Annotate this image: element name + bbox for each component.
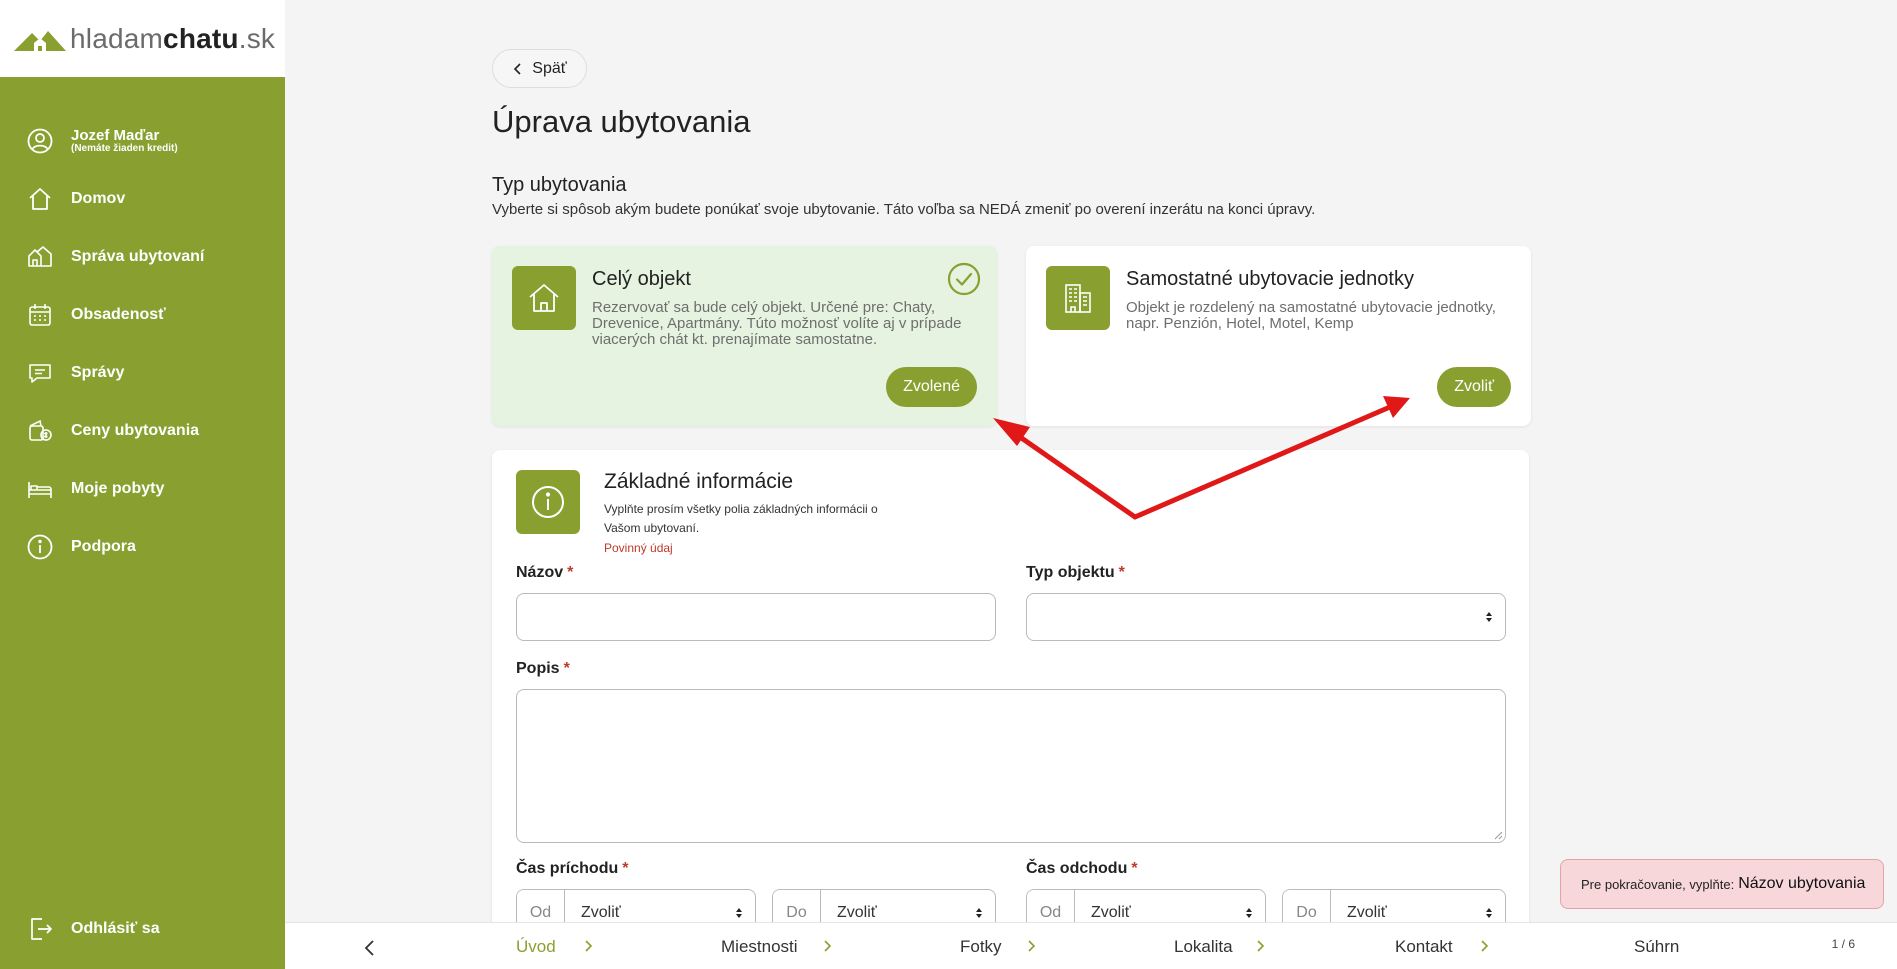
step-fotky[interactable]: Fotky (960, 937, 1002, 957)
type-option-separate-units[interactable]: Samostatné ubytovacie jednotky Objekt je… (1026, 246, 1531, 426)
check-circle-icon (947, 262, 981, 296)
choose-button[interactable]: Zvoliť (1437, 367, 1511, 407)
required-marker: * (567, 564, 574, 581)
sidebar-item-obsadenost[interactable]: Obsadenosť (0, 286, 285, 344)
basic-info-title: Základné informácie (604, 470, 794, 493)
select-arrows-icon (976, 908, 982, 918)
name-label: Názov * (516, 564, 574, 581)
step-uvod[interactable]: Úvod (516, 937, 556, 957)
select-arrows-icon (1486, 908, 1492, 918)
house-icon (529, 284, 559, 312)
step-counter: 1 / 6 (1831, 937, 1855, 951)
section-description-type: Vyberte si spôsob akým budete ponúkať sv… (492, 201, 1316, 218)
step-suhrn[interactable]: Súhrn (1634, 937, 1679, 957)
sidebar-item-label: Ceny ubytovania (71, 422, 200, 439)
bed-icon (28, 482, 52, 498)
chevron-right-icon (1257, 940, 1265, 952)
name-input[interactable] (516, 593, 996, 641)
required-marker: * (563, 660, 570, 677)
back-label: Späť (532, 59, 567, 77)
house-icon-tile (512, 266, 576, 330)
toast-field: Názov ubytovania (1738, 875, 1866, 892)
basic-info-description: Vyplňte prosím všetky polia základných i… (604, 502, 878, 535)
select-arrows-icon (1486, 612, 1492, 622)
mountain-logo-icon (14, 30, 66, 51)
departure-time-label: Čas odchodu * (1026, 860, 1138, 877)
step-kontakt[interactable]: Kontakt (1395, 937, 1453, 957)
step-lokalita[interactable]: Lokalita (1174, 937, 1233, 957)
wizard-stepper: Úvod Miestnosti Fotky Lokalita Kontakt S… (285, 922, 1897, 969)
section-title-type: Typ ubytovania (492, 174, 627, 196)
sidebar-item-label: Moje pobyty (71, 480, 165, 497)
chevron-left-icon[interactable] (355, 933, 385, 963)
select-arrows-icon (1246, 908, 1252, 918)
info-icon (532, 486, 564, 518)
message-icon (29, 364, 51, 383)
building-icon (1065, 284, 1091, 313)
sidebar-item-label: Podpora (71, 538, 136, 555)
sidebar-item-podpora[interactable]: Podpora (0, 518, 285, 576)
houses-icon (28, 246, 52, 267)
sidebar-item-label: Obsadenosť (71, 306, 166, 323)
resize-handle-icon[interactable] (1493, 830, 1503, 840)
building-icon-tile (1046, 266, 1110, 330)
toast-prefix: Pre pokračovanie, vyplňte: (1581, 876, 1735, 892)
required-marker: * (622, 860, 629, 877)
user-icon (27, 128, 53, 154)
user-credit: (Nemáte žiaden kredit) (71, 143, 178, 154)
sidebar: hladamchatu.sk Jozef Maďar (Nemáte žiade… (0, 0, 285, 969)
object-type-select[interactable] (1026, 593, 1506, 641)
arrival-time-label: Čas príchodu * (516, 860, 629, 877)
step-miestnosti[interactable]: Miestnosti (721, 937, 798, 957)
chevron-right-icon (585, 940, 593, 952)
sidebar-item-domov[interactable]: Domov (0, 170, 285, 228)
logout-icon (31, 918, 52, 940)
chevron-left-icon (514, 62, 521, 75)
sidebar-item-label: Správa ubytovaní (71, 248, 205, 265)
arrival-to-value: Zvoliť (837, 904, 877, 921)
home-icon (29, 188, 51, 210)
arrival-from-value: Zvoliť (581, 904, 621, 921)
required-marker: * (1131, 860, 1138, 877)
logout-label: Odhlásiť sa (71, 920, 160, 937)
back-button[interactable]: Späť (492, 49, 587, 88)
sidebar-item-label: Domov (71, 190, 126, 207)
chevron-right-icon (1028, 940, 1036, 952)
type-option-whole-object[interactable]: Celý objekt Rezervovať sa bude celý obje… (492, 246, 997, 426)
basic-info-card: Základné informácie Vyplňte prosím všetk… (492, 450, 1529, 969)
page-title: Úprava ubytovania (492, 104, 751, 139)
sidebar-item-ceny-ubytovania[interactable]: Ceny ubytovania (0, 402, 285, 460)
required-note: Povinný údaj (604, 541, 673, 555)
validation-toast: Pre pokračovanie, vyplňte: Názov ubytova… (1560, 859, 1884, 909)
sidebar-item-user[interactable]: Jozef Maďar (Nemáte žiaden kredit) (0, 112, 285, 170)
calendar-icon (29, 304, 51, 326)
info-icon-tile (516, 470, 580, 534)
departure-from-value: Zvoliť (1091, 904, 1131, 921)
info-icon (27, 534, 53, 560)
description-label: Popis * (516, 660, 570, 677)
object-type-label: Typ objektu * (1026, 564, 1125, 581)
sidebar-item-label: Správy (71, 364, 125, 381)
required-marker: * (1118, 564, 1125, 581)
user-name: Jozef Maďar (71, 127, 160, 144)
selected-button[interactable]: Zvolené (886, 367, 977, 407)
description-textarea[interactable] (516, 689, 1506, 843)
logo[interactable]: hladamchatu.sk (0, 0, 285, 77)
type-option-description: Objekt je rozdelený na samostatné ubytov… (1126, 299, 1496, 332)
chevron-right-icon (824, 940, 832, 952)
select-arrows-icon (736, 908, 742, 918)
logo-text: hladamchatu.sk (70, 22, 276, 54)
sidebar-item-moje-pobyty[interactable]: Moje pobyty (0, 460, 285, 518)
type-option-description: Rezervovať sa bude celý objekt. Určené p… (592, 299, 962, 348)
logout-button[interactable]: Odhlásiť sa (0, 900, 160, 958)
departure-to-value: Zvoliť (1347, 904, 1387, 921)
money-icon (29, 419, 52, 441)
sidebar-item-spravy[interactable]: Správy (0, 344, 285, 402)
type-option-title: Samostatné ubytovacie jednotky (1126, 268, 1414, 290)
chevron-right-icon (1481, 940, 1489, 952)
sidebar-item-sprava-ubytovani[interactable]: Správa ubytovaní (0, 228, 285, 286)
type-option-title: Celý objekt (592, 268, 691, 290)
sidebar-nav: Jozef Maďar (Nemáte žiaden kredit) Domov… (0, 112, 285, 576)
